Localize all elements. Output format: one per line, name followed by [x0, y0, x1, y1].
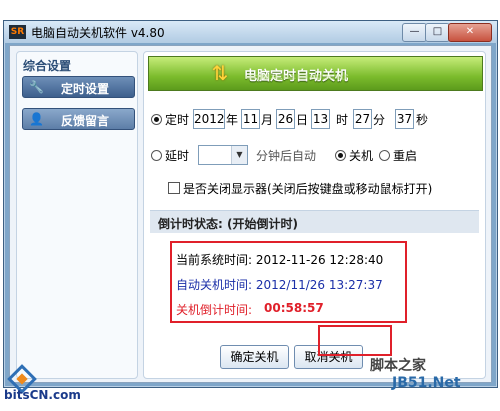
sidebar-item-schedule[interactable]: 🔧 定时设置: [22, 76, 135, 98]
delay-label: 延时: [165, 149, 190, 163]
minute-unit: 分: [373, 113, 386, 127]
hour-unit: 时: [336, 113, 349, 127]
banner-title-reflection: 电脑定时自动关机: [244, 73, 349, 80]
delay-minutes-select[interactable]: ▼: [198, 145, 248, 165]
watermark-right-b: JB51.Net: [392, 375, 461, 391]
title-bar[interactable]: SR 电脑自动关机软件 v4.80 — □ ✕: [4, 21, 497, 43]
countdown-label: 关机倒计时间:: [176, 303, 253, 317]
minimize-button[interactable]: —: [402, 23, 427, 42]
maximize-button[interactable]: □: [425, 23, 450, 42]
month-field[interactable]: 11: [241, 109, 260, 129]
banner: ⇅ 电脑定时自动关机 电脑定时自动关机: [148, 56, 483, 91]
delay-suffix: 分钟后自动: [256, 149, 317, 163]
sidebar-item-label: 定时设置: [61, 82, 110, 96]
countdown-status-label: 倒计时状态: (开始倒计时): [158, 217, 298, 231]
sidebar-item-label: 反馈留言: [61, 114, 110, 128]
sidebar-header: 综合设置: [23, 59, 72, 73]
countdown-value: 00:58:57: [264, 301, 324, 315]
window-title: 电脑自动关机软件 v4.80: [31, 26, 165, 40]
day-unit: 日: [296, 113, 309, 127]
sidebar: 综合设置 🔧 定时设置 👤 反馈留言: [16, 51, 138, 379]
shutdown-label: 关机: [349, 149, 374, 163]
scheduled-radio[interactable]: [151, 114, 162, 125]
month-unit: 月: [261, 113, 274, 127]
wrench-icon: 🔧: [29, 80, 44, 94]
app-icon: SR: [9, 25, 26, 39]
hour-field[interactable]: 13: [311, 109, 330, 129]
shutdown-time: 自动关机时间: 2012/11/26 13:27:37: [176, 278, 383, 292]
monitor-checkbox[interactable]: [168, 182, 180, 194]
countdown-status-bar: 倒计时状态: (开始倒计时): [150, 210, 479, 233]
year-field[interactable]: 2012: [193, 109, 225, 129]
close-button[interactable]: ✕: [448, 23, 492, 42]
sidebar-item-feedback[interactable]: 👤 反馈留言: [22, 108, 135, 130]
second-field[interactable]: 37: [395, 109, 414, 129]
scheduled-label: 定时: [165, 113, 190, 127]
minute-field[interactable]: 27: [353, 109, 372, 129]
delay-row: 延时 ▼ 分钟后自动 关机 重启: [144, 144, 485, 166]
delay-radio[interactable]: [151, 150, 162, 161]
scheduled-row: 定时 2012 年 11 月 26 日 13 时 27 分 37 秒: [144, 108, 485, 130]
main-panel: ⇅ 电脑定时自动关机 电脑定时自动关机 定时 2012 年 11 月 26 日 …: [143, 51, 486, 379]
user-icon: 👤: [29, 112, 44, 126]
restart-radio[interactable]: [379, 150, 390, 161]
second-unit: 秒: [416, 113, 429, 127]
app-window: SR 电脑自动关机软件 v4.80 — □ ✕ 综合设置 🔧 定时设置 👤 反馈…: [3, 20, 498, 388]
client-area: 综合设置 🔧 定时设置 👤 反馈留言 ⇅ 电脑定时自动关机 电脑定时自动关机 定…: [9, 45, 492, 383]
watermark-right-a: 脚本之家: [370, 358, 426, 374]
watermark-left: bitsCN.com: [4, 388, 81, 402]
time-readout-box: 当前系统时间: 2012-11-26 12:28:40 自动关机时间: 2012…: [170, 241, 407, 323]
year-unit: 年: [226, 113, 239, 127]
day-field[interactable]: 26: [276, 109, 295, 129]
restart-label: 重启: [393, 149, 418, 163]
shutdown-radio[interactable]: [335, 150, 346, 161]
monitor-label: 是否关闭显示器(关闭后按键盘或移动鼠标打开): [183, 182, 433, 196]
cancel-highlight-frame: [318, 325, 392, 356]
current-time: 当前系统时间: 2012-11-26 12:28:40: [176, 253, 384, 267]
arrows-icon: ⇅: [211, 61, 229, 85]
monitor-row: 是否关闭显示器(关闭后按键盘或移动鼠标打开): [144, 177, 485, 199]
chevron-down-icon[interactable]: ▼: [231, 146, 247, 164]
confirm-shutdown-button[interactable]: 确定关机: [220, 345, 289, 369]
